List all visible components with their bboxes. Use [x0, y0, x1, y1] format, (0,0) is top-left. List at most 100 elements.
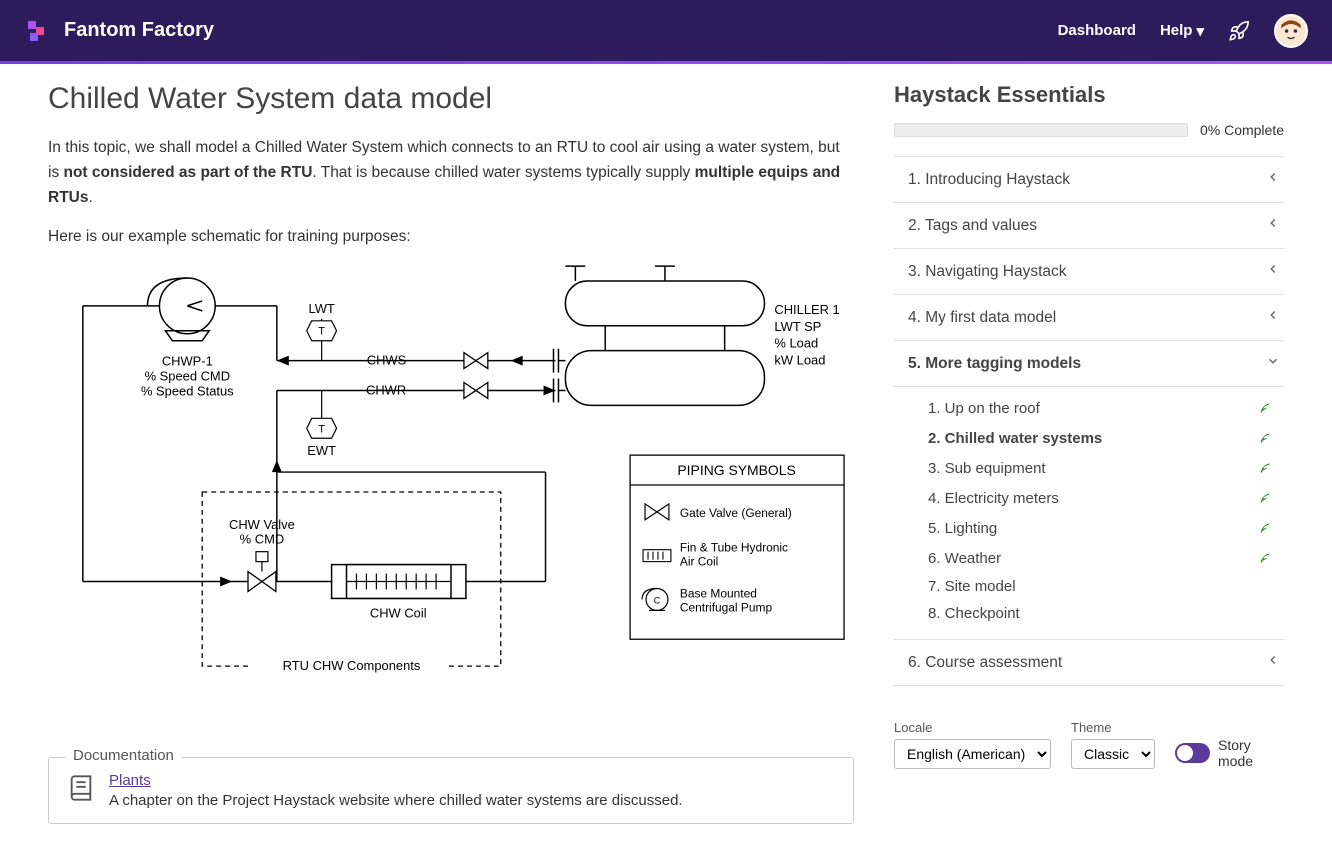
progress-row: 0% Complete — [894, 122, 1284, 138]
leaf-icon — [1258, 428, 1274, 448]
progress-label: 0% Complete — [1200, 122, 1284, 138]
toc-section[interactable]: 3. Navigating Haystack — [894, 249, 1284, 295]
book-icon — [67, 774, 95, 802]
intro-paragraph: In this topic, we shall model a Chilled … — [48, 136, 854, 210]
svg-text:CHWP-1: CHWP-1 — [162, 354, 213, 369]
locale-select[interactable]: English (American) — [894, 739, 1051, 769]
toc-section[interactable]: 5. More tagging models — [894, 341, 1284, 387]
toc-section-label: 6. Course assessment — [908, 654, 1062, 672]
rocket-icon[interactable] — [1228, 20, 1250, 42]
documentation-legend: Documentation — [65, 747, 182, 764]
doc-description: A chapter on the Project Haystack websit… — [109, 792, 683, 809]
toc-sub-item[interactable]: 7. Site model — [894, 573, 1284, 600]
svg-text:LWT: LWT — [308, 301, 334, 316]
toc-section-label: 4. My first data model — [908, 309, 1056, 327]
svg-text:Air Coil: Air Coil — [680, 555, 718, 569]
toc-sub-label: 5. Lighting — [928, 520, 997, 537]
toc-section-label: 3. Navigating Haystack — [908, 263, 1067, 281]
toc-sublist: 1. Up on the roof 2. Chilled water system… — [894, 387, 1284, 640]
header-right: Dashboard Help ▾ — [1058, 14, 1308, 48]
chevron-left-icon — [1266, 170, 1280, 189]
course-title: Haystack Essentials — [894, 82, 1284, 108]
svg-text:% Load: % Load — [774, 336, 818, 351]
svg-text:PIPING SYMBOLS: PIPING SYMBOLS — [677, 462, 795, 478]
toc-sub-item[interactable]: 4. Electricity meters — [894, 483, 1284, 513]
schematic-intro: Here is our example schematic for traini… — [48, 228, 854, 246]
chevron-down-icon — [1266, 354, 1280, 373]
toc-sub-item[interactable]: 2. Chilled water systems — [894, 423, 1284, 453]
story-mode-toggle[interactable] — [1175, 743, 1210, 763]
toc-sub-label: 6. Weather — [928, 550, 1001, 567]
toc-section[interactable]: 6. Course assessment — [894, 640, 1284, 686]
header-left: Fantom Factory — [24, 17, 214, 45]
toc-sub-item[interactable]: 5. Lighting — [894, 513, 1284, 543]
leaf-icon — [1258, 458, 1274, 478]
page-title: Chilled Water System data model — [48, 82, 854, 116]
svg-text:Fin & Tube Hydronic: Fin & Tube Hydronic — [680, 541, 788, 555]
brand-name: Fantom Factory — [64, 19, 214, 42]
doc-link-plants[interactable]: Plants — [109, 772, 151, 789]
toc-section-label: 2. Tags and values — [908, 217, 1037, 235]
svg-text:kW Load: kW Load — [774, 353, 825, 368]
intro-mid: . That is because chilled water systems … — [312, 164, 694, 181]
chevron-down-icon: ▾ — [1196, 22, 1204, 40]
toc-section[interactable]: 4. My first data model — [894, 295, 1284, 341]
locale-label: Locale — [894, 720, 1051, 735]
toc-sub-item[interactable]: 1. Up on the roof — [894, 393, 1284, 423]
svg-text:C: C — [654, 596, 661, 606]
svg-text:CHW Coil: CHW Coil — [370, 606, 427, 621]
nav-help[interactable]: Help ▾ — [1160, 22, 1204, 40]
toc-sub-label: 2. Chilled water systems — [928, 430, 1102, 447]
leaf-icon — [1258, 398, 1274, 418]
svg-text:T: T — [318, 326, 325, 338]
svg-text:LWT SP: LWT SP — [774, 319, 821, 334]
svg-text:T: T — [318, 424, 325, 436]
chevron-left-icon — [1266, 653, 1280, 672]
toc-sub-item[interactable]: 6. Weather — [894, 543, 1284, 573]
svg-text:% CMD: % CMD — [240, 532, 285, 547]
schematic-diagram: CHWP-1 % Speed CMD % Speed Status LWT T … — [48, 260, 854, 710]
theme-select[interactable]: Classic — [1071, 739, 1155, 769]
toc-section-label: 1. Introducing Haystack — [908, 171, 1070, 189]
svg-text:EWT: EWT — [307, 444, 336, 459]
toc-sub-label: 8. Checkpoint — [928, 605, 1020, 622]
leaf-icon — [1258, 548, 1274, 568]
chevron-left-icon — [1266, 216, 1280, 235]
toc-sub-item[interactable]: 3. Sub equipment — [894, 453, 1284, 483]
settings-row: Locale English (American) Theme Classic … — [894, 720, 1284, 769]
toc-sub-label: 1. Up on the roof — [928, 400, 1040, 417]
toc-sub-label: 7. Site model — [928, 578, 1016, 595]
svg-text:% Speed Status: % Speed Status — [141, 384, 234, 399]
table-of-contents: 1. Introducing Haystack 2. Tags and value… — [894, 156, 1284, 686]
toc-sub-label: 3. Sub equipment — [928, 460, 1046, 477]
svg-text:% Speed CMD: % Speed CMD — [145, 369, 230, 384]
nav-help-label: Help — [1160, 22, 1193, 39]
svg-text:Centrifugal Pump: Centrifugal Pump — [680, 601, 773, 615]
toc-sub-label: 4. Electricity meters — [928, 490, 1059, 507]
toc-section[interactable]: 2. Tags and values — [894, 203, 1284, 249]
intro-bold1: not considered as part of the RTU — [64, 164, 313, 181]
story-mode-label: Story mode — [1218, 737, 1284, 769]
intro-end: . — [88, 189, 92, 206]
svg-text:Base Mounted: Base Mounted — [680, 587, 757, 601]
nav-dashboard[interactable]: Dashboard — [1058, 22, 1136, 39]
documentation-box: Documentation Plants A chapter on the Pr… — [48, 757, 854, 824]
svg-text:CHILLER 1: CHILLER 1 — [774, 302, 839, 317]
leaf-icon — [1258, 518, 1274, 538]
svg-text:CHW Valve: CHW Valve — [229, 517, 295, 532]
svg-text:Gate Valve (General): Gate Valve (General) — [680, 506, 792, 520]
avatar[interactable] — [1274, 14, 1308, 48]
sidebar: Haystack Essentials 0% Complete 1. Intro… — [894, 82, 1284, 824]
logo-icon — [24, 17, 52, 45]
header: Fantom Factory Dashboard Help ▾ — [0, 0, 1332, 61]
svg-text:RTU CHW Components: RTU CHW Components — [283, 658, 421, 673]
toc-section[interactable]: 1. Introducing Haystack — [894, 156, 1284, 203]
theme-label: Theme — [1071, 720, 1155, 735]
svg-text:CHWR: CHWR — [366, 383, 406, 398]
leaf-icon — [1258, 488, 1274, 508]
toc-section-label: 5. More tagging models — [908, 355, 1081, 373]
main-content: Chilled Water System data model In this … — [48, 82, 854, 824]
chevron-left-icon — [1266, 308, 1280, 327]
toc-sub-item[interactable]: 8. Checkpoint — [894, 600, 1284, 627]
progress-bar — [894, 123, 1188, 137]
